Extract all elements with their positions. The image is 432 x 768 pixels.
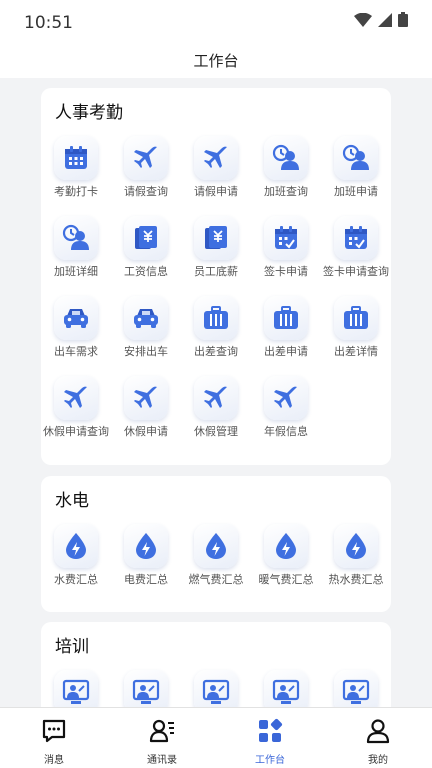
feature-item-label: 出差详情 — [334, 345, 378, 358]
status-time: 10:51 — [24, 13, 73, 33]
feature-grid: 考勤打卡 请假查询 请假申请 加班查询 加班申请加班详细 工资信息 员工底薪 签卡申请 签卡申请… — [41, 136, 391, 456]
feature-item[interactable]: 休假管理 — [181, 376, 251, 456]
suitcase-icon — [194, 296, 238, 340]
tab-profile[interactable]: 我的 — [324, 708, 432, 768]
clock-user-icon — [264, 136, 308, 180]
tab-workbench[interactable]: 工作台 — [216, 708, 324, 768]
tab-label: 消息 — [44, 755, 64, 766]
feature-item-label: 电费汇总 — [124, 573, 168, 586]
feature-item[interactable]: 请假查询 — [111, 136, 181, 216]
drop-bolt-icon — [54, 524, 98, 568]
feature-item[interactable]: 出差申请 — [251, 296, 321, 376]
feature-item[interactable]: 休假申请查询 — [41, 376, 111, 456]
suitcase-icon — [334, 296, 378, 340]
airplane-icon — [124, 136, 168, 180]
feature-item[interactable]: 加班查询 — [251, 136, 321, 216]
feature-item[interactable]: 出差详情 — [321, 296, 391, 376]
feature-item[interactable]: 签卡申请 — [251, 216, 321, 296]
feature-item-label: 加班详细 — [54, 265, 98, 278]
page-title: 工作台 — [193, 52, 239, 70]
feature-item-label: 加班申请 — [334, 185, 378, 198]
feature-item-label: 签卡申请 — [264, 265, 308, 278]
drop-bolt-icon — [124, 524, 168, 568]
feature-item-label: 水费汇总 — [54, 573, 98, 586]
clock-user-icon — [334, 136, 378, 180]
feature-item[interactable]: 休假申请 — [111, 376, 181, 456]
feature-item-label: 加班查询 — [264, 185, 308, 198]
battery-icon — [398, 12, 408, 27]
feature-item[interactable]: 出差查询 — [181, 296, 251, 376]
feature-item[interactable]: 安排出车 — [111, 296, 181, 376]
feature-item-label: 休假管理 — [194, 425, 238, 438]
drop-bolt-icon — [194, 524, 238, 568]
profile-icon — [365, 718, 391, 748]
feature-item[interactable]: 热水费汇总 — [321, 524, 391, 604]
feature-item[interactable]: 请假申请 — [181, 136, 251, 216]
feature-item[interactable]: 电费汇总 — [111, 524, 181, 604]
section-card-utilities: 水电 水费汇总 电费汇总 燃气费汇总 暖气费汇总 热水费汇总 — [41, 476, 391, 612]
feature-item[interactable]: 员工底薪 — [181, 216, 251, 296]
tab-label: 我的 — [368, 755, 388, 766]
feature-item-label: 签卡申请查询 — [323, 265, 389, 278]
feature-item-label: 工资信息 — [124, 265, 168, 278]
feature-item-label: 出差查询 — [194, 345, 238, 358]
signal-icon — [378, 12, 392, 27]
feature-item[interactable]: 年假信息 — [251, 376, 321, 456]
feature-item-label: 热水费汇总 — [328, 573, 384, 586]
feature-item-label: 安排出车 — [124, 345, 168, 358]
airplane-icon — [124, 376, 168, 420]
feature-item[interactable]: 工资信息 — [111, 216, 181, 296]
feature-item-label: 休假申请 — [124, 425, 168, 438]
feature-item-label: 请假申请 — [194, 185, 238, 198]
airplane-icon — [194, 376, 238, 420]
feature-item[interactable]: 水费汇总 — [41, 524, 111, 604]
section-title: 培训 — [55, 637, 89, 657]
airplane-icon — [54, 376, 98, 420]
section-title: 人事考勤 — [55, 103, 123, 123]
tab-label: 工作台 — [255, 755, 285, 766]
wifi-icon — [354, 12, 372, 27]
feature-item-label: 暖气费汇总 — [258, 573, 314, 586]
contacts-icon — [149, 718, 175, 748]
tab-contacts[interactable]: 通讯录 — [108, 708, 216, 768]
feature-item-label: 请假查询 — [124, 185, 168, 198]
workbench-icon — [257, 718, 283, 748]
feature-item[interactable]: 出车需求 — [41, 296, 111, 376]
feature-item-label: 员工底薪 — [194, 265, 238, 278]
feature-item[interactable]: 签卡申请查询 — [321, 216, 391, 296]
bottom-tab-bar: 消息 通讯录 工作台 我的 — [0, 707, 432, 768]
feature-item[interactable]: 燃气费汇总 — [181, 524, 251, 604]
feature-item-label: 考勤打卡 — [54, 185, 98, 198]
drop-bolt-icon — [334, 524, 378, 568]
calendar-check-icon — [334, 216, 378, 260]
feature-item[interactable]: 加班详细 — [41, 216, 111, 296]
feature-item-label: 出差申请 — [264, 345, 308, 358]
tab-label: 通讯录 — [147, 755, 177, 766]
feature-item[interactable]: 考勤打卡 — [41, 136, 111, 216]
salary-icon — [194, 216, 238, 260]
airplane-icon — [264, 376, 308, 420]
calendar-check-icon — [264, 216, 308, 260]
status-bar: 10:51 — [0, 0, 432, 44]
car-icon — [54, 296, 98, 340]
feature-item[interactable]: 暖气费汇总 — [251, 524, 321, 604]
suitcase-icon — [264, 296, 308, 340]
section-title: 水电 — [55, 491, 89, 511]
car-icon — [124, 296, 168, 340]
title-bar: 工作台 — [0, 44, 432, 78]
clock-user-icon — [54, 216, 98, 260]
feature-item[interactable]: 加班申请 — [321, 136, 391, 216]
drop-bolt-icon — [264, 524, 308, 568]
feature-item-label: 燃气费汇总 — [188, 573, 244, 586]
feature-item-label: 休假申请查询 — [43, 425, 109, 438]
message-icon — [41, 718, 67, 748]
airplane-icon — [194, 136, 238, 180]
calendar-icon — [54, 136, 98, 180]
tab-messages[interactable]: 消息 — [0, 708, 108, 768]
salary-icon — [124, 216, 168, 260]
feature-item-label: 出车需求 — [54, 345, 98, 358]
section-card-attendance: 人事考勤 考勤打卡 请假查询 请假申请 加班查询 加班申请加班详细 工资信息 员工底薪 签卡申… — [41, 88, 391, 465]
feature-grid: 水费汇总 电费汇总 燃气费汇总 暖气费汇总 热水费汇总 — [41, 524, 391, 604]
feature-item-label: 年假信息 — [264, 425, 308, 438]
